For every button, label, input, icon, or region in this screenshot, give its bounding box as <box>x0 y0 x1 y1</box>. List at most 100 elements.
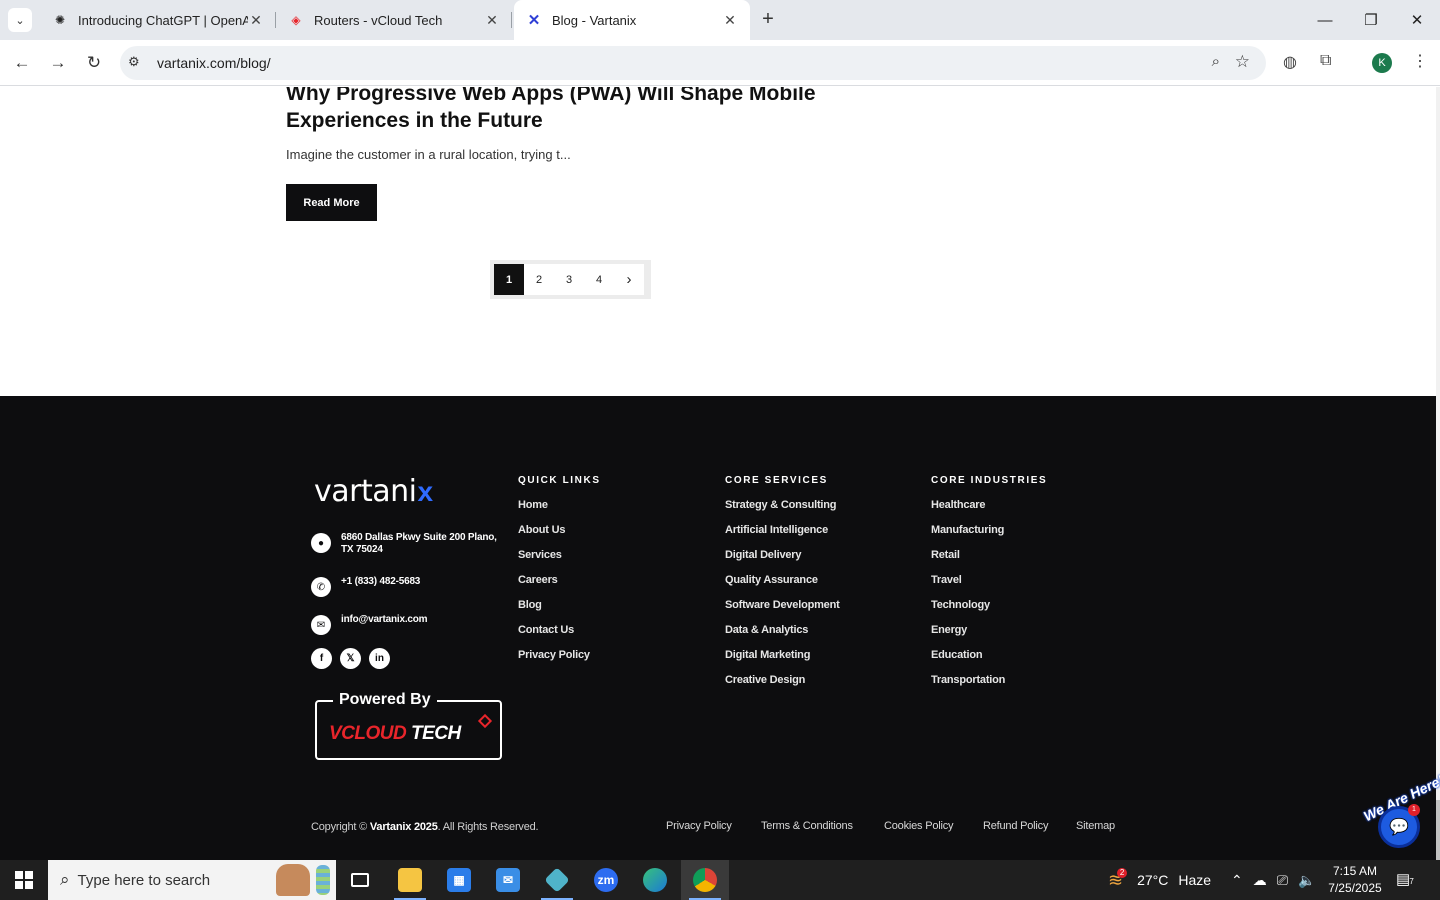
page-1-button[interactable]: 1 <box>494 264 524 295</box>
facebook-icon[interactable]: f <box>311 648 332 669</box>
minimize-button[interactable]: — <box>1302 0 1348 40</box>
service-link[interactable]: Strategy & Consulting <box>725 499 840 524</box>
taskbar-chrome[interactable] <box>681 860 729 900</box>
close-window-button[interactable]: ✕ <box>1394 0 1440 40</box>
legal-link-refund[interactable]: Refund Policy <box>983 820 1048 832</box>
footer-link-privacy[interactable]: Privacy Policy <box>518 649 601 674</box>
email-text[interactable]: info@vartanix.com <box>341 614 501 626</box>
vartanix-logo[interactable]: vartani x <box>314 474 433 509</box>
legal-link-terms[interactable]: Terms & Conditions <box>761 820 853 832</box>
linkedin-icon[interactable]: in <box>369 648 390 669</box>
new-tab-button[interactable]: + <box>756 8 780 32</box>
footer-link-blog[interactable]: Blog <box>518 599 601 624</box>
weather-badge: 2 <box>1117 868 1128 878</box>
taskbar-clock[interactable]: 7:15 AM 7/25/2025 <box>1322 863 1388 897</box>
service-link[interactable]: Software Development <box>725 599 840 624</box>
page-2-button[interactable]: 2 <box>524 264 554 295</box>
browser-menu-icon[interactable]: ⋮ <box>1412 51 1428 71</box>
clock-date: 7/25/2025 <box>1328 881 1382 895</box>
chevron-up-icon[interactable]: ⌃ <box>1231 872 1243 889</box>
extensions-icon[interactable]: ⧉ <box>1320 52 1331 70</box>
scrollbar-thumb[interactable] <box>1436 800 1440 860</box>
industry-link[interactable]: Manufacturing <box>931 524 1047 549</box>
service-link[interactable]: Data & Analytics <box>725 624 840 649</box>
reload-button[interactable]: ↻ <box>80 49 108 77</box>
next-page-button[interactable]: › <box>614 264 644 295</box>
page-3-button[interactable]: 3 <box>554 264 584 295</box>
industry-link[interactable]: Technology <box>931 599 1047 624</box>
tab-search-button[interactable]: ⌄ <box>8 8 32 32</box>
start-button[interactable] <box>0 860 48 900</box>
core-industries-column: CORE INDUSTRIES Healthcare Manufacturing… <box>931 475 1047 699</box>
service-link[interactable]: Artificial Intelligence <box>725 524 840 549</box>
weather-widget[interactable]: ≋ 2 27°C Haze <box>1108 860 1211 900</box>
restore-button[interactable]: ❐ <box>1348 0 1394 40</box>
legal-link-privacy[interactable]: Privacy Policy <box>666 820 732 832</box>
search-icon: ⌕ <box>60 870 70 889</box>
profile-avatar[interactable]: K <box>1372 53 1392 73</box>
email-row[interactable]: ✉ info@vartanix.com <box>311 614 501 635</box>
forward-button[interactable]: → <box>44 49 72 77</box>
legal-link-sitemap[interactable]: Sitemap <box>1076 820 1115 832</box>
page-scrollbar[interactable] <box>1436 87 1440 860</box>
site-settings-icon[interactable]: ⚙ <box>128 54 140 70</box>
translate-icon[interactable]: ◍ <box>1283 52 1297 72</box>
vcloud-tag-icon: ◈ <box>291 13 301 27</box>
tab-chatgpt[interactable]: ✺ Introducing ChatGPT | OpenAI ✕ <box>40 0 276 40</box>
industry-link[interactable]: Healthcare <box>931 499 1047 524</box>
taskbar-file-explorer[interactable] <box>386 860 434 900</box>
phone-row[interactable]: ✆ +1 (833) 482-5683 <box>311 576 501 597</box>
column-heading: QUICK LINKS <box>518 475 601 486</box>
taskbar-edge[interactable] <box>631 860 679 900</box>
read-more-button[interactable]: Read More <box>286 184 377 221</box>
industry-link[interactable]: Transportation <box>931 674 1047 699</box>
page-4-button[interactable]: 4 <box>584 264 614 295</box>
industry-link[interactable]: Education <box>931 649 1047 674</box>
volume-icon[interactable]: 🔈 <box>1298 872 1315 889</box>
bookmark-star-icon[interactable]: ☆ <box>1235 52 1250 72</box>
service-link[interactable]: Creative Design <box>725 674 840 699</box>
powered-by-badge[interactable]: Powered By VCLOUD TECH <box>315 691 502 760</box>
taskbar-search-box[interactable]: ⌕ Type here to search <box>48 860 336 900</box>
footer-link-careers[interactable]: Careers <box>518 574 601 599</box>
taskbar-mail[interactable]: ✉ <box>484 860 532 900</box>
notification-center-button[interactable]: ▤ 7 <box>1396 870 1414 888</box>
tab-close-icon[interactable]: ✕ <box>248 12 264 29</box>
zoom-icon[interactable]: ⌕ <box>1212 53 1220 70</box>
footer-link-contact[interactable]: Contact Us <box>518 624 601 649</box>
url-text[interactable]: vartanix.com/blog/ <box>157 55 271 71</box>
column-heading: CORE SERVICES <box>725 475 828 486</box>
tab-strip: ⌄ ✺ Introducing ChatGPT | OpenAI ✕ ◈ Rou… <box>0 0 1440 40</box>
service-link[interactable]: Digital Delivery <box>725 549 840 574</box>
address-bar[interactable]: ⚙ vartanix.com/blog/ ⌕ ☆ <box>120 46 1266 80</box>
footer-link-about[interactable]: About Us <box>518 524 601 549</box>
network-icon[interactable]: ⎚ <box>1277 872 1288 889</box>
chevron-right-icon: › <box>626 271 632 288</box>
post-title[interactable]: Why Progressive Web Apps (PWA) Will Shap… <box>286 87 846 134</box>
search-placeholder[interactable]: Type here to search <box>78 872 211 889</box>
chat-widget[interactable]: We Are Here! 💬 1 <box>1356 700 1440 860</box>
legal-link-cookies[interactable]: Cookies Policy <box>884 820 954 832</box>
footer-link-services[interactable]: Services <box>518 549 601 574</box>
vartanix-x-icon: ✕ <box>527 12 541 29</box>
onedrive-icon[interactable]: ☁ <box>1253 872 1267 889</box>
tab-close-icon[interactable]: ✕ <box>484 12 500 29</box>
industry-link[interactable]: Travel <box>931 574 1047 599</box>
taskbar-zoom[interactable]: zm <box>582 860 630 900</box>
x-twitter-icon[interactable]: 𝕏 <box>340 648 361 669</box>
taskbar-store[interactable]: ▦ <box>435 860 483 900</box>
back-button[interactable]: ← <box>8 49 36 77</box>
phone-text[interactable]: +1 (833) 482-5683 <box>341 576 501 588</box>
tab-vcloud[interactable]: ◈ Routers - vCloud Tech ✕ <box>276 0 512 40</box>
service-link[interactable]: Digital Marketing <box>725 649 840 674</box>
industry-link[interactable]: Retail <box>931 549 1047 574</box>
industry-link[interactable]: Energy <box>931 624 1047 649</box>
service-link[interactable]: Quality Assurance <box>725 574 840 599</box>
tab-title: Routers - vCloud Tech <box>314 12 443 28</box>
tab-vartanix[interactable]: ✕ Blog - Vartanix ✕ <box>514 0 750 40</box>
brand-white: TECH <box>411 723 461 744</box>
taskbar-app-diamond[interactable] <box>533 860 581 900</box>
task-view-button[interactable] <box>336 860 384 900</box>
tab-close-icon[interactable]: ✕ <box>722 12 738 29</box>
footer-link-home[interactable]: Home <box>518 499 601 524</box>
